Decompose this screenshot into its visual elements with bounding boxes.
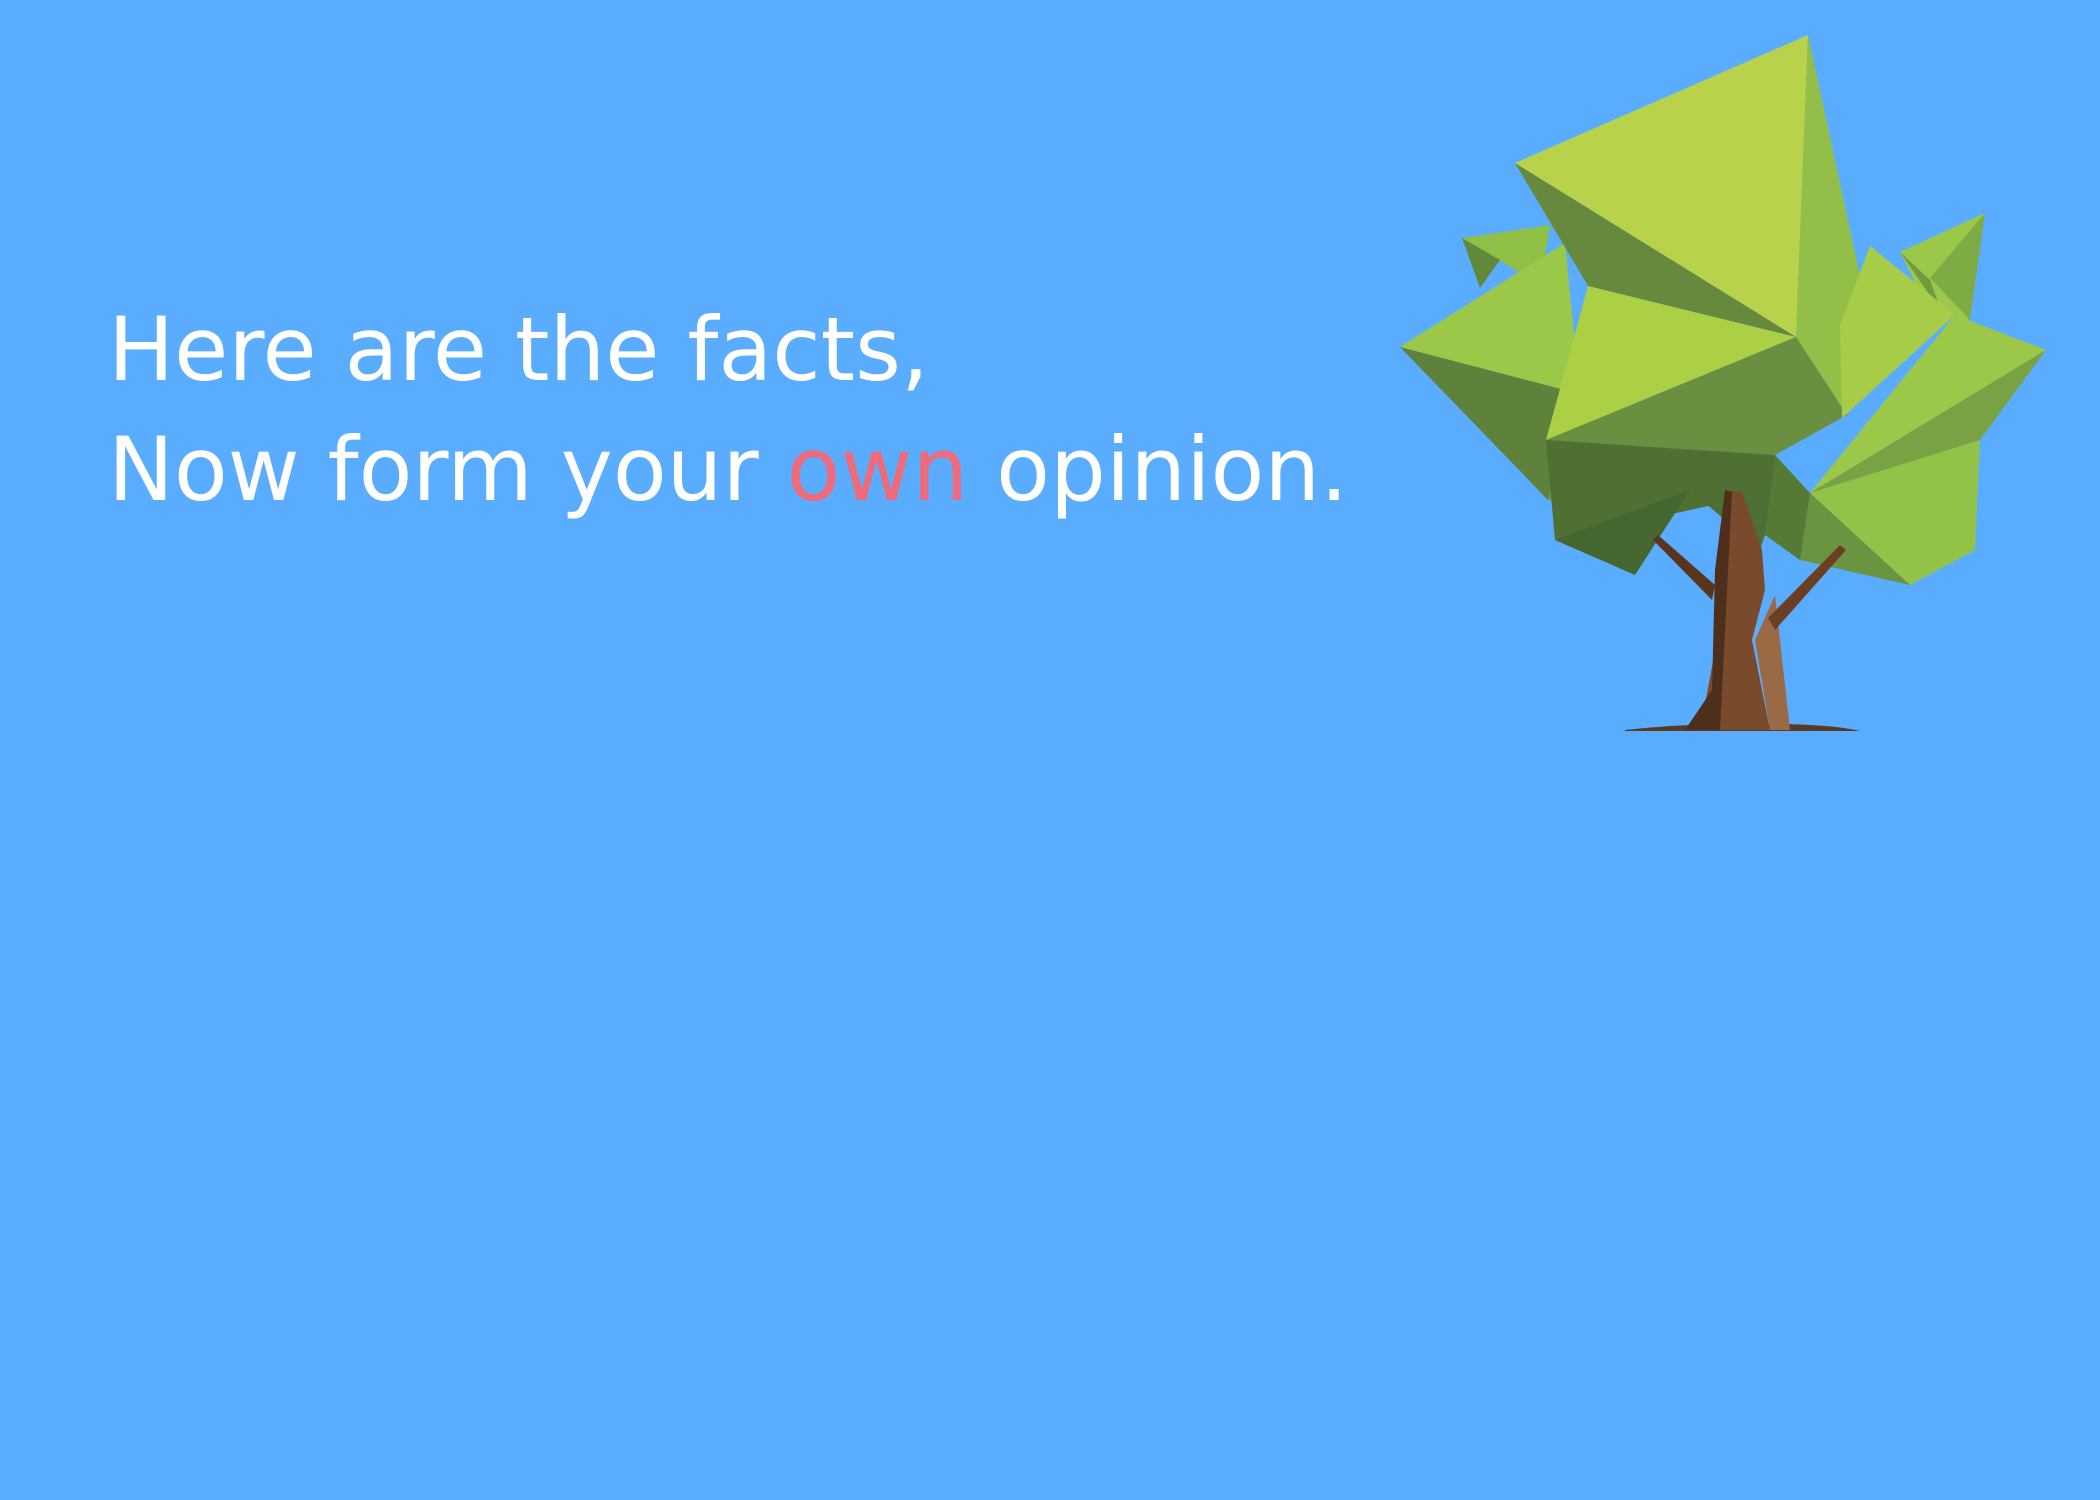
low-poly-tree-icon	[1400, 35, 2046, 731]
headline-line-2-start: Now form your	[108, 418, 787, 521]
slide-background: Here are the facts, Now form your own op…	[0, 0, 2100, 1500]
headline-line-2-end: opinion.	[968, 418, 1349, 521]
headline-line-1: Here are the facts,	[108, 298, 929, 401]
tree-branch	[1653, 535, 1715, 600]
headline: Here are the facts, Now form your own op…	[108, 290, 1348, 530]
headline-line-2: Now form your own opinion.	[108, 410, 1348, 530]
emphasis-word: own	[786, 418, 969, 521]
